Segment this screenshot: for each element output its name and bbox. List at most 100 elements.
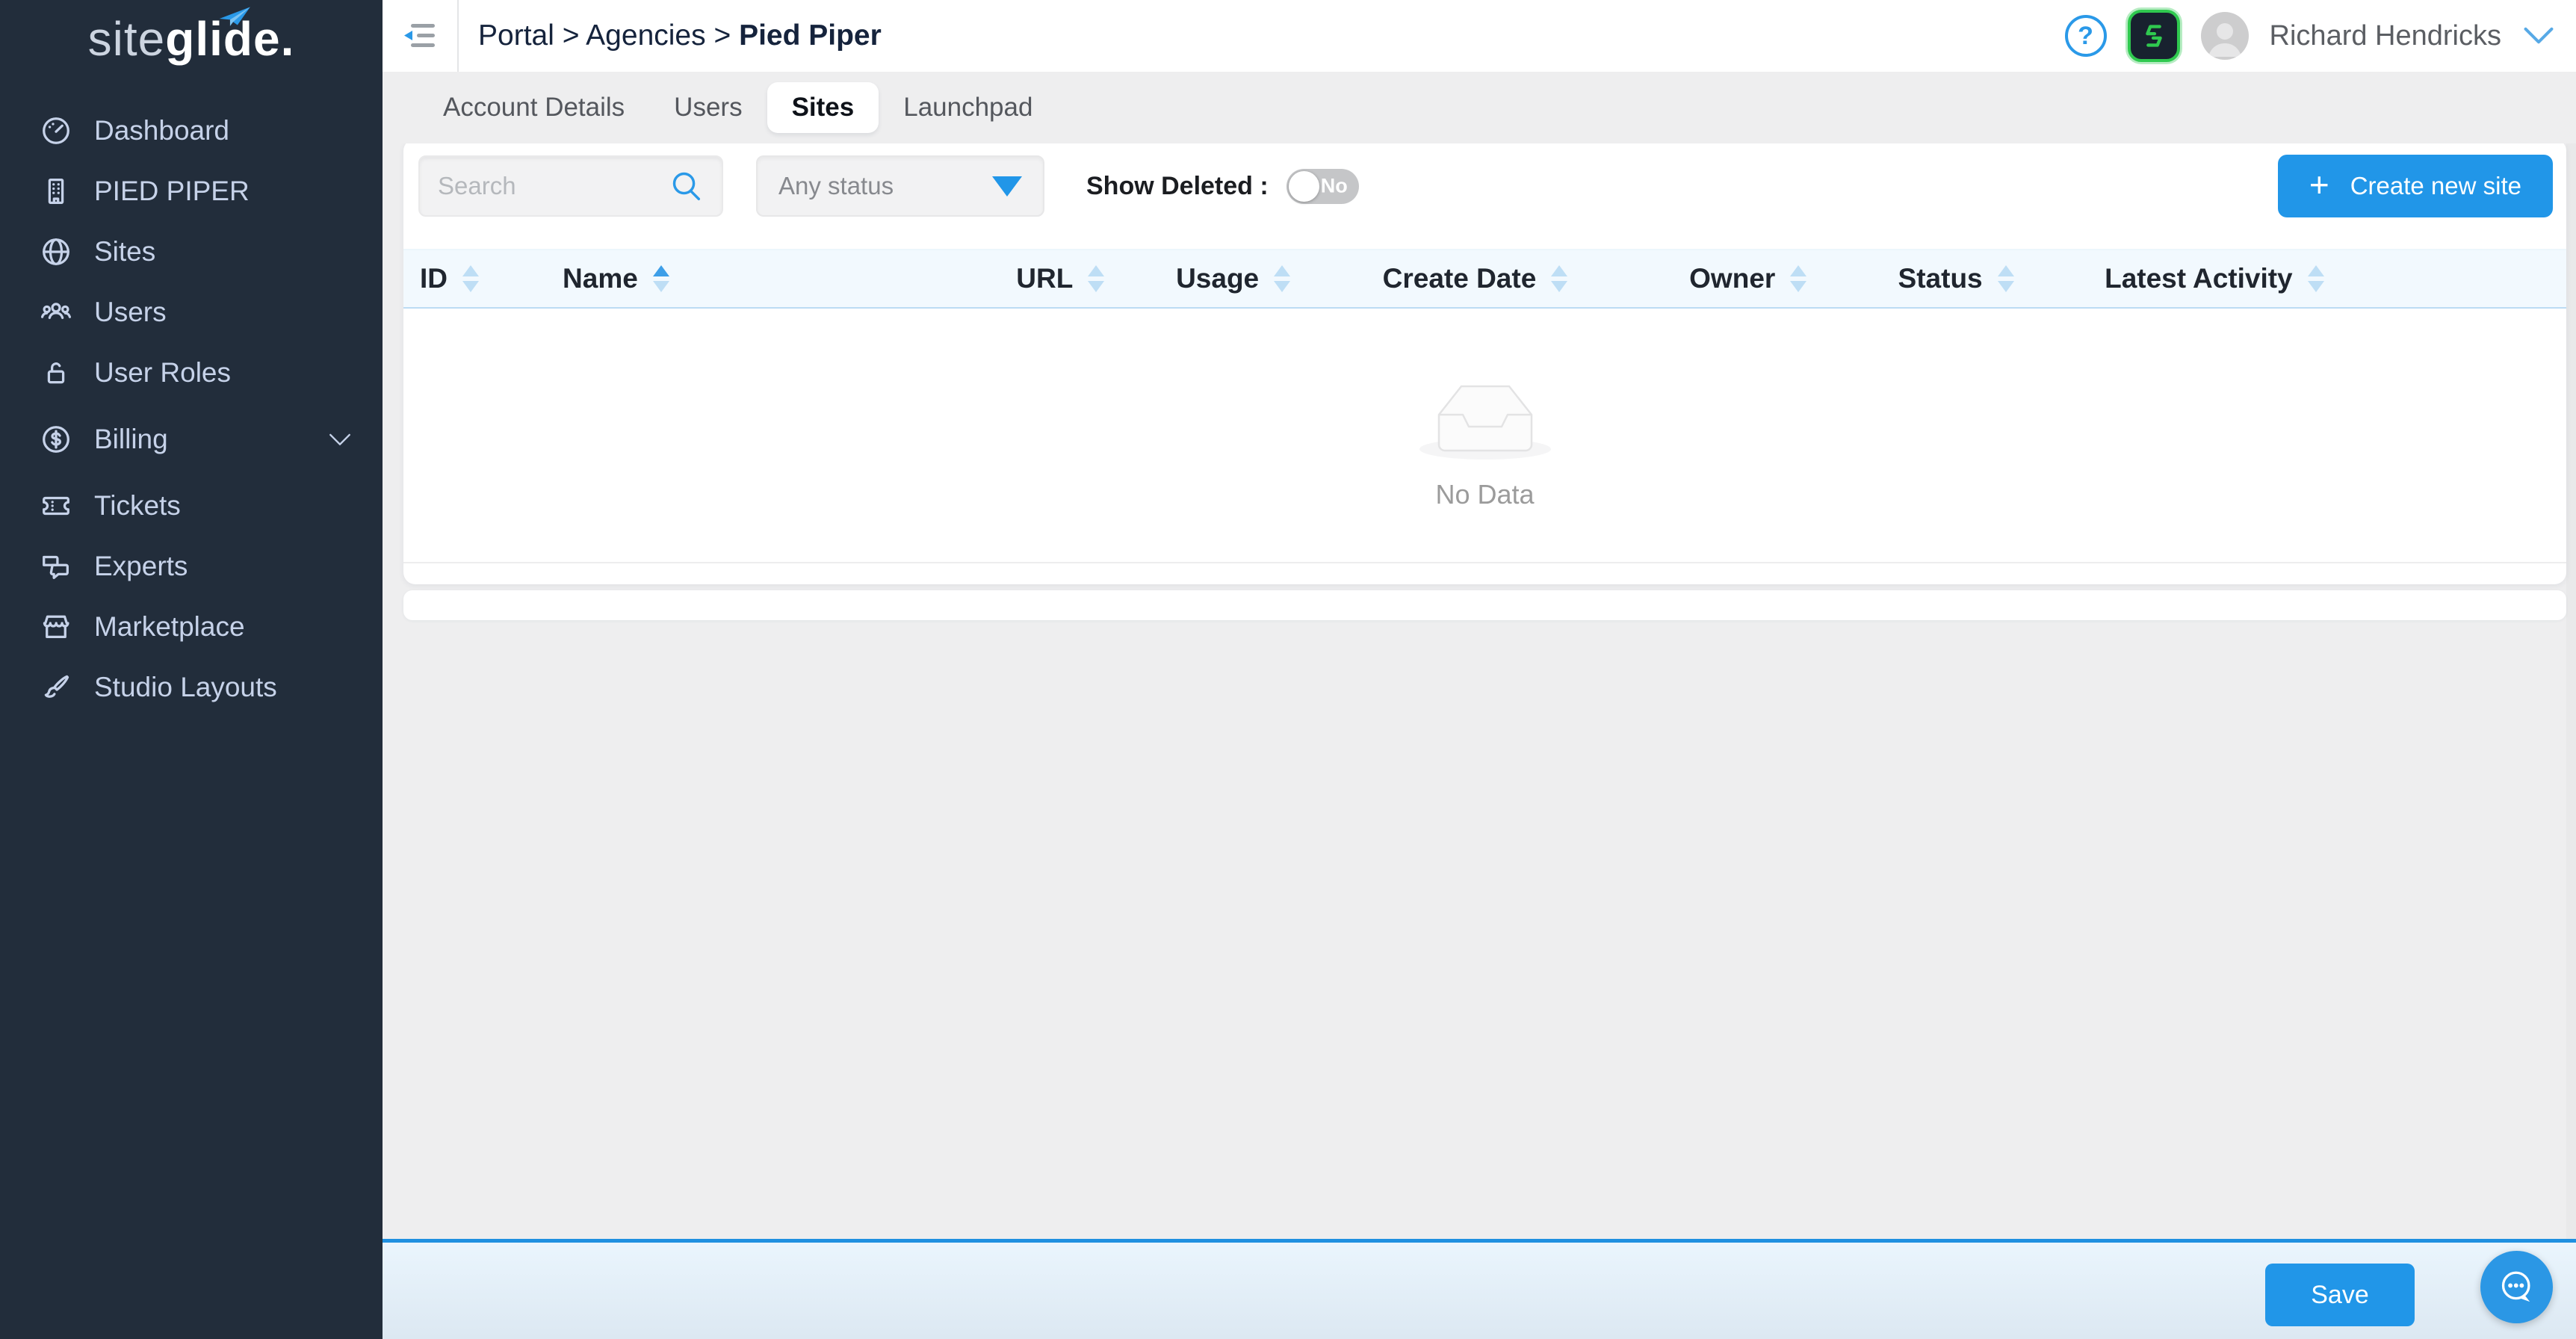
sort-icons <box>1551 265 1567 292</box>
status-filter-select[interactable]: Any status <box>756 155 1044 217</box>
search-icon[interactable] <box>669 169 704 203</box>
sidebar-item-studio-layouts[interactable]: Studio Layouts <box>0 657 383 717</box>
help-icon[interactable]: ? <box>2065 15 2107 57</box>
sort-desc-icon <box>1088 281 1104 292</box>
column-header-url[interactable]: URL <box>1016 263 1176 294</box>
sidebar-item-billing[interactable]: Billing <box>0 409 383 469</box>
paper-plane-icon <box>218 6 253 31</box>
column-label: Create Date <box>1383 263 1537 294</box>
breadcrumb-prefix[interactable]: Portal > Agencies > <box>478 19 739 52</box>
tab-label: Launchpad <box>903 93 1032 123</box>
column-header-latest-activity[interactable]: Latest Activity <box>2105 263 2550 294</box>
sidebar-item-marketplace[interactable]: Marketplace <box>0 596 383 657</box>
column-header-usage[interactable]: Usage <box>1176 263 1383 294</box>
app-root: siteglide. Dashboard PIED PIPER <box>0 0 2576 1339</box>
column-header-id[interactable]: ID <box>420 263 563 294</box>
scrollbar[interactable] <box>2566 72 2576 1239</box>
user-menu-chevron-icon[interactable] <box>2522 25 2555 46</box>
sidebar-item-tickets[interactable]: Tickets <box>0 475 383 536</box>
siteglide-logo[interactable]: siteglide. <box>0 0 383 78</box>
sites-panel: Any status Show Deleted : No + Create ne… <box>403 139 2566 584</box>
empty-inbox-icon <box>1411 362 1560 467</box>
create-new-site-button[interactable]: + Create new site <box>2278 155 2553 217</box>
collapse-sidebar-icon[interactable] <box>400 19 439 53</box>
sort-icons <box>653 265 669 292</box>
ticket-icon <box>39 489 73 523</box>
sidebar-item-user-roles[interactable]: User Roles <box>0 342 383 403</box>
sort-icons <box>1790 265 1806 292</box>
sidebar-item-users[interactable]: Users <box>0 282 383 342</box>
siteglide-app-icon[interactable] <box>2128 10 2180 62</box>
users-icon <box>39 295 73 330</box>
column-label: Usage <box>1176 263 1259 294</box>
column-header-status[interactable]: Status <box>1898 263 2105 294</box>
sidebar-item-sites[interactable]: Sites <box>0 221 383 282</box>
sort-icons <box>2308 265 2324 292</box>
tab-label: Users <box>674 93 742 123</box>
sort-asc-icon <box>462 265 479 276</box>
sidebar-item-label: Users <box>94 297 167 328</box>
search-input[interactable] <box>438 172 669 200</box>
tab-users[interactable]: Users <box>649 72 767 143</box>
sidebar-item-dashboard[interactable]: Dashboard <box>0 100 383 161</box>
column-header-create-date[interactable]: Create Date <box>1383 263 1690 294</box>
breadcrumb-current: Pied Piper <box>739 19 882 52</box>
toggle-knob <box>1289 171 1319 202</box>
table-empty-state: No Data <box>403 310 2566 563</box>
sidebar-item-label: PIED PIPER <box>94 176 250 207</box>
table-footer-strip <box>403 590 2566 620</box>
sidebar-item-experts[interactable]: Experts <box>0 536 383 596</box>
help-glyph: ? <box>2078 22 2093 51</box>
sort-asc-icon <box>1274 265 1290 276</box>
column-header-name[interactable]: Name <box>563 263 1016 294</box>
tab-sites[interactable]: Sites <box>767 82 879 133</box>
sidebar-item-pied-piper[interactable]: PIED PIPER <box>0 161 383 221</box>
sort-icons <box>1274 265 1290 292</box>
user-name[interactable]: Richard Hendricks <box>2270 20 2501 52</box>
show-deleted-control: Show Deleted : No <box>1086 169 1359 204</box>
toggle-value: No <box>1321 175 1348 198</box>
show-deleted-label: Show Deleted : <box>1086 172 1269 201</box>
chat-fab-button[interactable] <box>2480 1251 2553 1323</box>
topbar: Portal > Agencies > Pied Piper ? <box>383 0 2576 72</box>
column-header-owner[interactable]: Owner <box>1689 263 1898 294</box>
sort-desc-icon <box>1551 281 1567 292</box>
breadcrumb[interactable]: Portal > Agencies > Pied Piper <box>478 19 882 52</box>
sort-desc-icon <box>1998 281 2014 292</box>
sidebar-item-label: Studio Layouts <box>94 672 277 703</box>
sort-desc-icon <box>1274 281 1290 292</box>
chat-icon <box>39 549 73 584</box>
sort-asc-icon <box>2308 265 2324 276</box>
sidebar-item-label: User Roles <box>94 357 231 389</box>
column-label: Latest Activity <box>2105 263 2293 294</box>
sort-desc-icon <box>462 281 479 292</box>
sidebar-item-label: Marketplace <box>94 611 245 643</box>
column-label: Owner <box>1689 263 1775 294</box>
sidebar-nav: Dashboard PIED PIPER Sites Users <box>0 100 383 717</box>
sort-icons <box>462 265 479 292</box>
save-button[interactable]: Save <box>2265 1264 2415 1326</box>
sort-desc-icon <box>2308 281 2324 292</box>
create-new-site-label: Create new site <box>2350 172 2521 200</box>
table-header-row: ID Name URL Usage Create Date <box>403 249 2566 309</box>
tab-launchpad[interactable]: Launchpad <box>879 72 1057 143</box>
show-deleted-toggle[interactable]: No <box>1287 169 1359 204</box>
sort-asc-icon <box>1790 265 1806 276</box>
status-filter-value: Any status <box>778 172 894 200</box>
sort-asc-icon <box>1998 265 2014 276</box>
column-label: Status <box>1898 263 1983 294</box>
search-box <box>418 155 723 217</box>
sort-icons <box>1088 265 1104 292</box>
sort-asc-icon <box>1088 265 1104 276</box>
store-icon <box>39 610 73 644</box>
sidebar-item-label: Sites <box>94 236 155 268</box>
dropdown-arrow-icon <box>992 176 1022 197</box>
tab-account-details[interactable]: Account Details <box>418 72 649 143</box>
dollar-icon <box>39 422 73 457</box>
avatar[interactable] <box>2201 12 2249 60</box>
globe-icon <box>39 235 73 269</box>
sort-asc-icon <box>653 265 669 276</box>
brush-icon <box>39 670 73 705</box>
sites-toolbar: Any status Show Deleted : No + Create ne… <box>418 155 2553 217</box>
sidebar-item-label: Tickets <box>94 490 181 522</box>
